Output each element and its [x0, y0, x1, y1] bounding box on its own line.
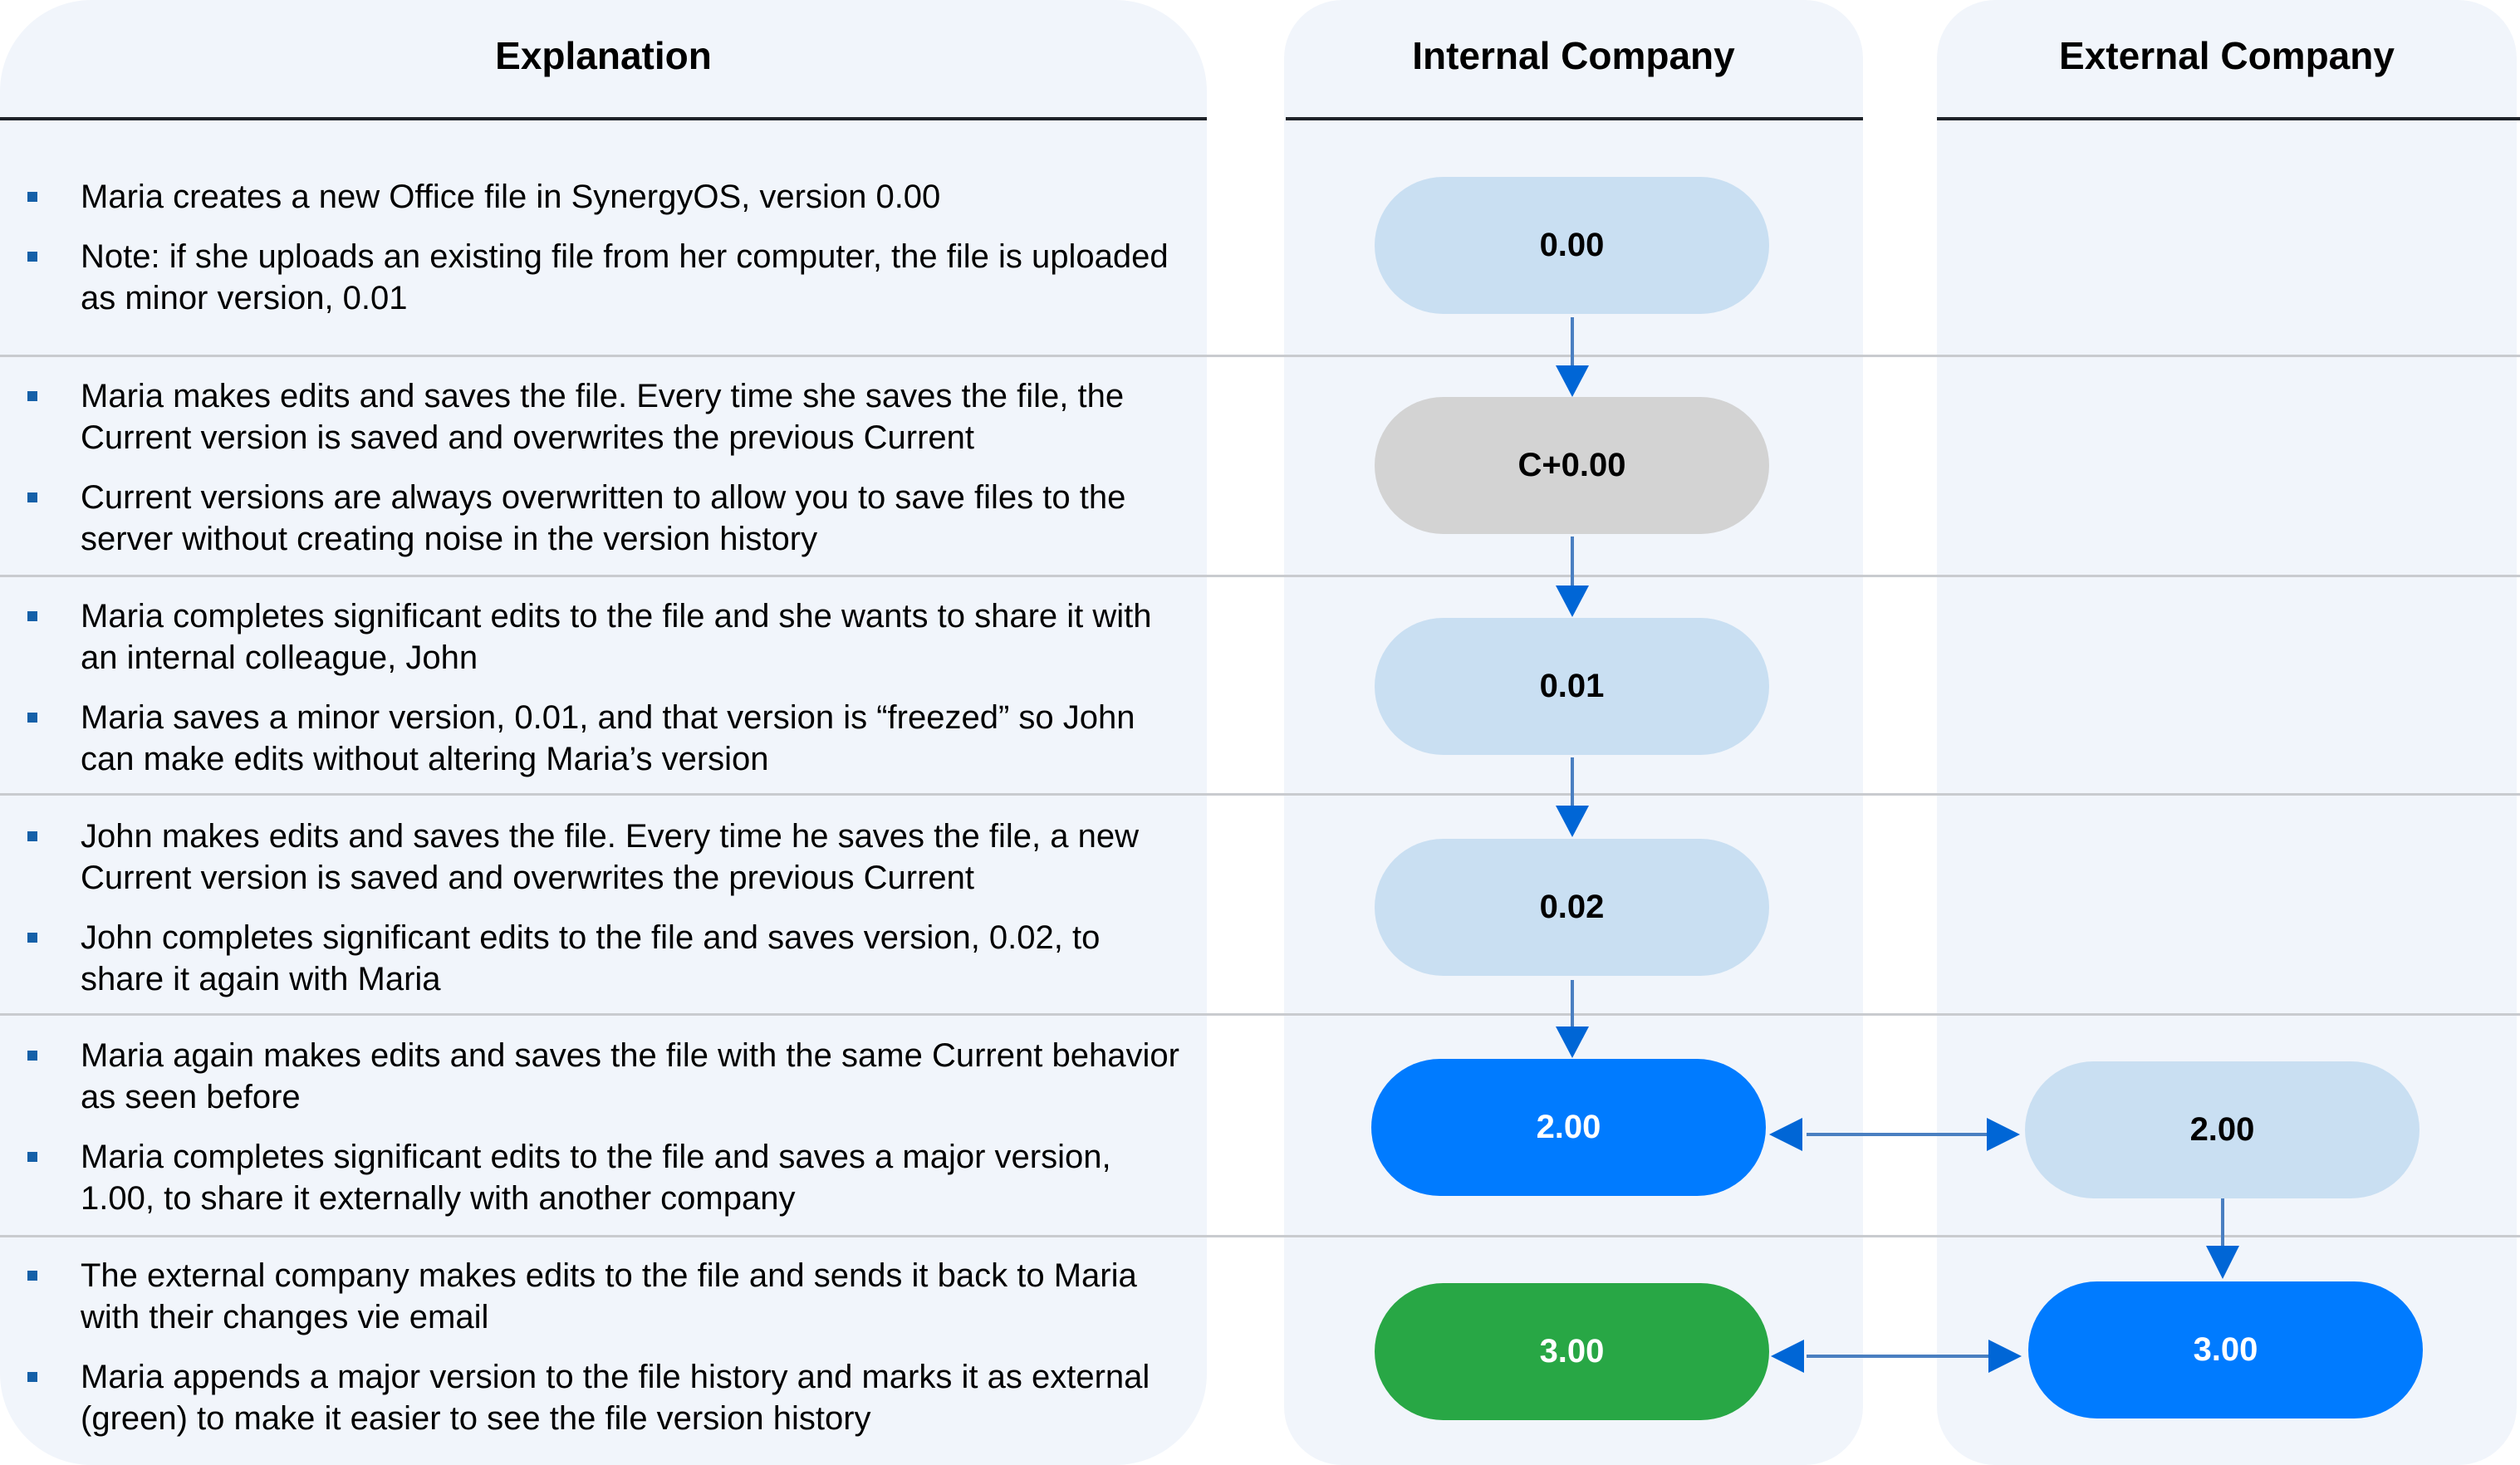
version-pill-current: C+0.00: [1375, 397, 1769, 534]
version-pill-3-00-external: 3.00: [2028, 1281, 2423, 1418]
version-pill-2-00-external: 2.00: [2025, 1061, 2419, 1198]
arrow-right-icon: [1988, 1340, 2022, 1373]
arrow-left-icon: [1771, 1340, 1804, 1373]
arrow-down-icon: [1556, 586, 1589, 617]
flow-arrows: [1556, 317, 2239, 1373]
arrow-down-icon: [1556, 365, 1589, 397]
version-pill-2-00-internal: 2.00: [1371, 1059, 1766, 1196]
arrow-right-icon: [1987, 1118, 2020, 1151]
arrow-down-icon: [1556, 806, 1589, 837]
version-pill-0-00: 0.00: [1375, 177, 1769, 314]
version-pill-0-02: 0.02: [1375, 839, 1769, 976]
arrow-down-icon: [2206, 1246, 2239, 1279]
version-pill-0-01: 0.01: [1375, 618, 1769, 755]
arrow-left-icon: [1769, 1118, 1802, 1151]
arrow-down-icon: [1556, 1026, 1589, 1058]
version-pill-3-00-internal: 3.00: [1375, 1283, 1769, 1420]
